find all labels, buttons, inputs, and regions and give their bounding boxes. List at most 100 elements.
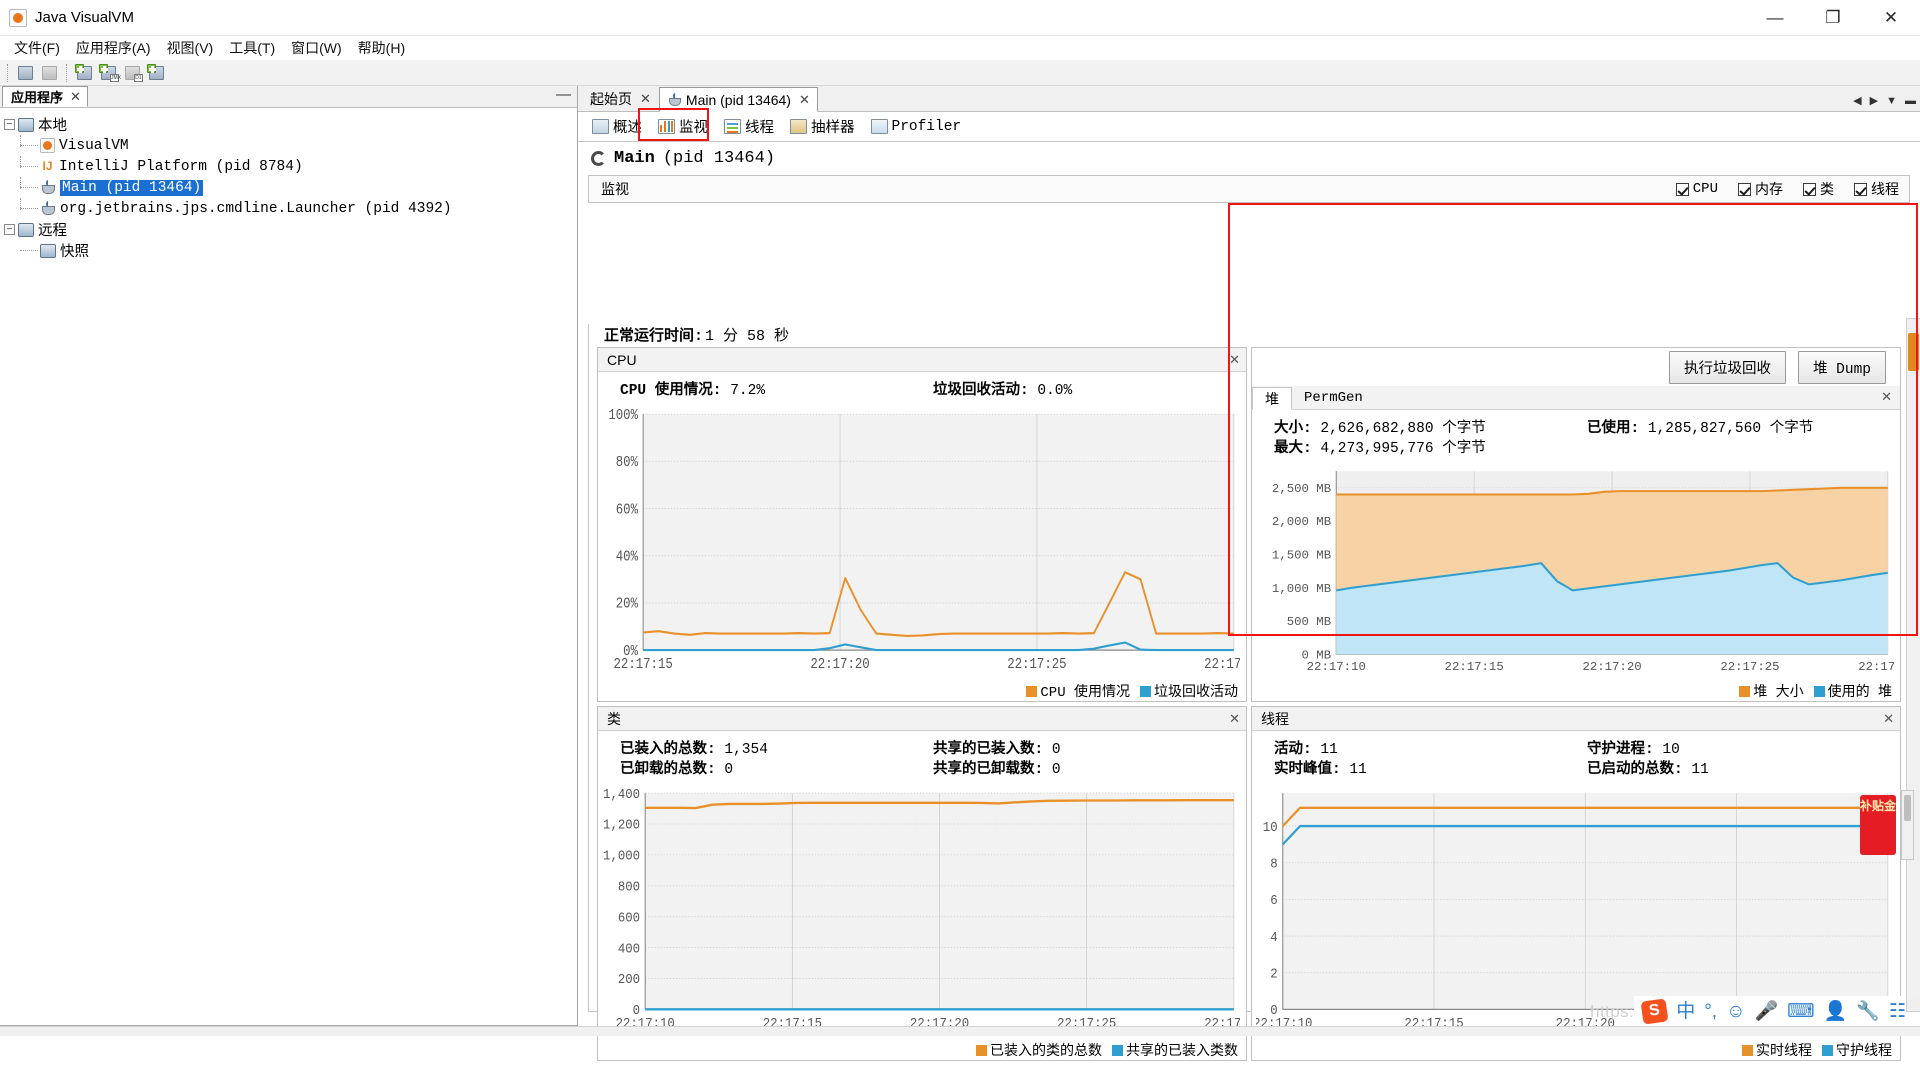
sogou-logo-icon[interactable]: S (1640, 997, 1669, 1025)
checkbox-memory-box[interactable] (1738, 182, 1751, 196)
scroll-up-icon[interactable] (1907, 319, 1920, 332)
java-icon (40, 201, 56, 216)
add-jmx-connection-icon[interactable]: JMX (98, 63, 121, 83)
tab-applications[interactable]: 应用程序 ✕ (2, 86, 88, 107)
menu-help[interactable]: 帮助(H) (350, 36, 413, 60)
tab-profiler-label: Profiler (891, 118, 962, 135)
chart-cpu-legend: CPU 使用情况 垃圾回收活动 (598, 681, 1246, 701)
monitor-chart-icon (658, 119, 675, 134)
menu-tools[interactable]: 工具(T) (221, 36, 283, 60)
menu-view[interactable]: 视图(V) (159, 36, 222, 60)
user-icon[interactable]: 👤 (1824, 1002, 1848, 1021)
tree-item-intellij-platform[interactable]: IJ IntelliJ Platform (pid 8784) (4, 156, 577, 177)
checkbox-cpu[interactable]: CPU (1675, 181, 1718, 197)
checkbox-threads[interactable]: 线程 (1854, 179, 1899, 199)
threads-peak-label: 实时峰值: (1274, 762, 1341, 779)
legend-live-threads: 实时线程 (1742, 1040, 1812, 1060)
panel-cpu-stats: CPU 使用情况: 7.2% 垃圾回收活动: 0.0% (598, 372, 1246, 407)
keyboard-icon[interactable]: ⌨ (1787, 1002, 1814, 1021)
tab-main-pid[interactable]: Main (pid 13464) ✕ (658, 87, 818, 112)
tab-sampler-label: 抽样器 (811, 121, 855, 137)
save-snapshot-icon[interactable] (39, 63, 61, 83)
maximize-editor-icon[interactable]: ▬ (1905, 95, 1916, 107)
ad-scrollbar[interactable] (1901, 790, 1914, 860)
tab-permgen[interactable]: PermGen (1292, 386, 1375, 409)
profiler-icon (870, 119, 888, 134)
svg-text:100%: 100% (608, 408, 639, 424)
panel-cpu-close-icon[interactable]: ✕ (1229, 352, 1240, 368)
checkbox-cpu-box[interactable] (1675, 182, 1689, 196)
toolbox-icon[interactable]: 🔧 (1856, 1002, 1880, 1021)
svg-text:800: 800 (618, 879, 640, 895)
heap-dump-button[interactable]: 堆 Dump (1797, 350, 1886, 384)
expander-icon[interactable]: − (4, 224, 15, 235)
svg-text:1,400: 1,400 (603, 786, 640, 802)
tab-heap[interactable]: 堆 (1252, 387, 1292, 410)
scroll-thumb[interactable] (1908, 333, 1919, 371)
ime-chinese-toggle[interactable]: 中 (1676, 1002, 1695, 1021)
tab-start-page[interactable]: 起始页 ✕ (582, 86, 659, 111)
content-scrollbar[interactable] (1906, 318, 1920, 1012)
tab-main-pid-close-icon[interactable]: ✕ (799, 92, 810, 108)
tree-item-launcher[interactable]: org.jetbrains.jps.cmdline.Launcher (pid … (4, 198, 577, 219)
tree-item-visualvm[interactable]: VisualVM (4, 135, 577, 156)
menu-bar: 文件(F) 应用程序(A) 视图(V) 工具(T) 窗口(W) 帮助(H) (0, 36, 1920, 60)
svg-text:22:17:20: 22:17:20 (1582, 660, 1641, 674)
tree-item-snapshots[interactable]: 快照 (4, 240, 577, 261)
menu-file[interactable]: 文件(F) (6, 36, 68, 60)
chart-cpu[interactable]: 0% 20% 40% 60% 80% 100% 22:17:15 22:17:20 22:17:… (598, 407, 1246, 681)
loading-spinner-icon (591, 151, 606, 166)
svg-text:22:17:25: 22:17:25 (1007, 657, 1066, 673)
add-vm-coredump-icon[interactable]: D1 (122, 63, 144, 83)
tab-list-icon[interactable]: ▼ (1886, 95, 1897, 107)
checkbox-memory[interactable]: 内存 (1738, 179, 1783, 199)
legend-swatch (1742, 1044, 1753, 1056)
add-jstatd-connection-icon[interactable] (146, 63, 168, 83)
menu-applications[interactable]: 应用程序(A) (68, 36, 159, 60)
tab-profiler[interactable]: Profiler (863, 113, 970, 141)
expander-icon[interactable]: − (4, 119, 15, 130)
tab-overview-label: 概述 (613, 121, 642, 137)
scroll-right-icon[interactable]: ▶ (1870, 94, 1878, 107)
legend-swatch (976, 1044, 987, 1056)
menu-window[interactable]: 窗口(W) (283, 36, 350, 60)
applications-minimize-icon[interactable]: — (556, 87, 571, 102)
heap-used-label: 已使用: (1587, 421, 1640, 437)
open-snapshot-icon[interactable] (15, 63, 37, 83)
minimize-button[interactable]: — (1746, 0, 1804, 36)
monitor-grid: CPU ✕ CPU 使用情况: 7.2% 垃圾回收活动: 0.0% 0% 20%… (589, 345, 1909, 1069)
emoji-icon[interactable]: ☺ (1726, 1002, 1745, 1021)
scroll-left-icon[interactable]: ◀ (1853, 94, 1861, 107)
apps-icon[interactable]: ☷ (1889, 1002, 1906, 1021)
panel-cpu-title: CPU (607, 351, 637, 368)
checkbox-classes[interactable]: 类 (1803, 179, 1834, 199)
tab-sampler[interactable]: 抽样器 (782, 113, 863, 141)
checkbox-threads-box[interactable] (1854, 182, 1867, 196)
panel-threads-close-icon[interactable]: ✕ (1883, 711, 1894, 727)
ime-punctuation-toggle[interactable]: °, (1704, 1002, 1717, 1021)
tab-applications-close-icon[interactable]: ✕ (70, 89, 81, 105)
panel-memory-close-icon[interactable]: ✕ (1881, 389, 1892, 405)
scroll-down-icon[interactable] (1907, 998, 1920, 1011)
maximize-button[interactable]: ❐ (1804, 0, 1862, 36)
tree-item-main[interactable]: Main (pid 13464) (4, 177, 577, 198)
tab-start-page-close-icon[interactable]: ✕ (640, 91, 651, 107)
chart-heap[interactable]: 0 MB 500 MB 1,000 MB 1,500 MB 2,000 MB 2,500 … (1252, 465, 1900, 681)
floating-ad[interactable]: 补贴金 (1860, 795, 1896, 855)
tree-item-local[interactable]: − 本地 (4, 114, 577, 135)
checkbox-classes-box[interactable] (1803, 182, 1816, 196)
close-button[interactable]: ✕ (1862, 0, 1920, 36)
perform-gc-button[interactable]: 执行垃圾回收 (1668, 350, 1786, 384)
applications-pane: 应用程序 ✕ — − 本地 VisualVM IJ IntelliJ Platf… (0, 86, 578, 1026)
monitor-icon (40, 243, 56, 258)
microphone-icon[interactable]: 🎤 (1755, 1002, 1779, 1021)
tree-item-remote[interactable]: − 远程 (4, 219, 577, 240)
chart-classes[interactable]: 0 200 400 600 800 1,000 1,200 1,400 22:17:10 22:1… (598, 786, 1246, 1040)
tab-threads[interactable]: 线程 (716, 113, 782, 141)
uptime-row: 正常运行时间: 1 分 58 秒 (589, 324, 1909, 345)
tab-overview[interactable]: 概述 (584, 113, 650, 141)
add-remote-host-icon[interactable] (74, 63, 96, 83)
legend-label: 已装入的类的总数 (990, 1044, 1102, 1061)
tab-monitor[interactable]: 监视 (650, 113, 716, 141)
panel-classes-close-icon[interactable]: ✕ (1229, 711, 1240, 727)
